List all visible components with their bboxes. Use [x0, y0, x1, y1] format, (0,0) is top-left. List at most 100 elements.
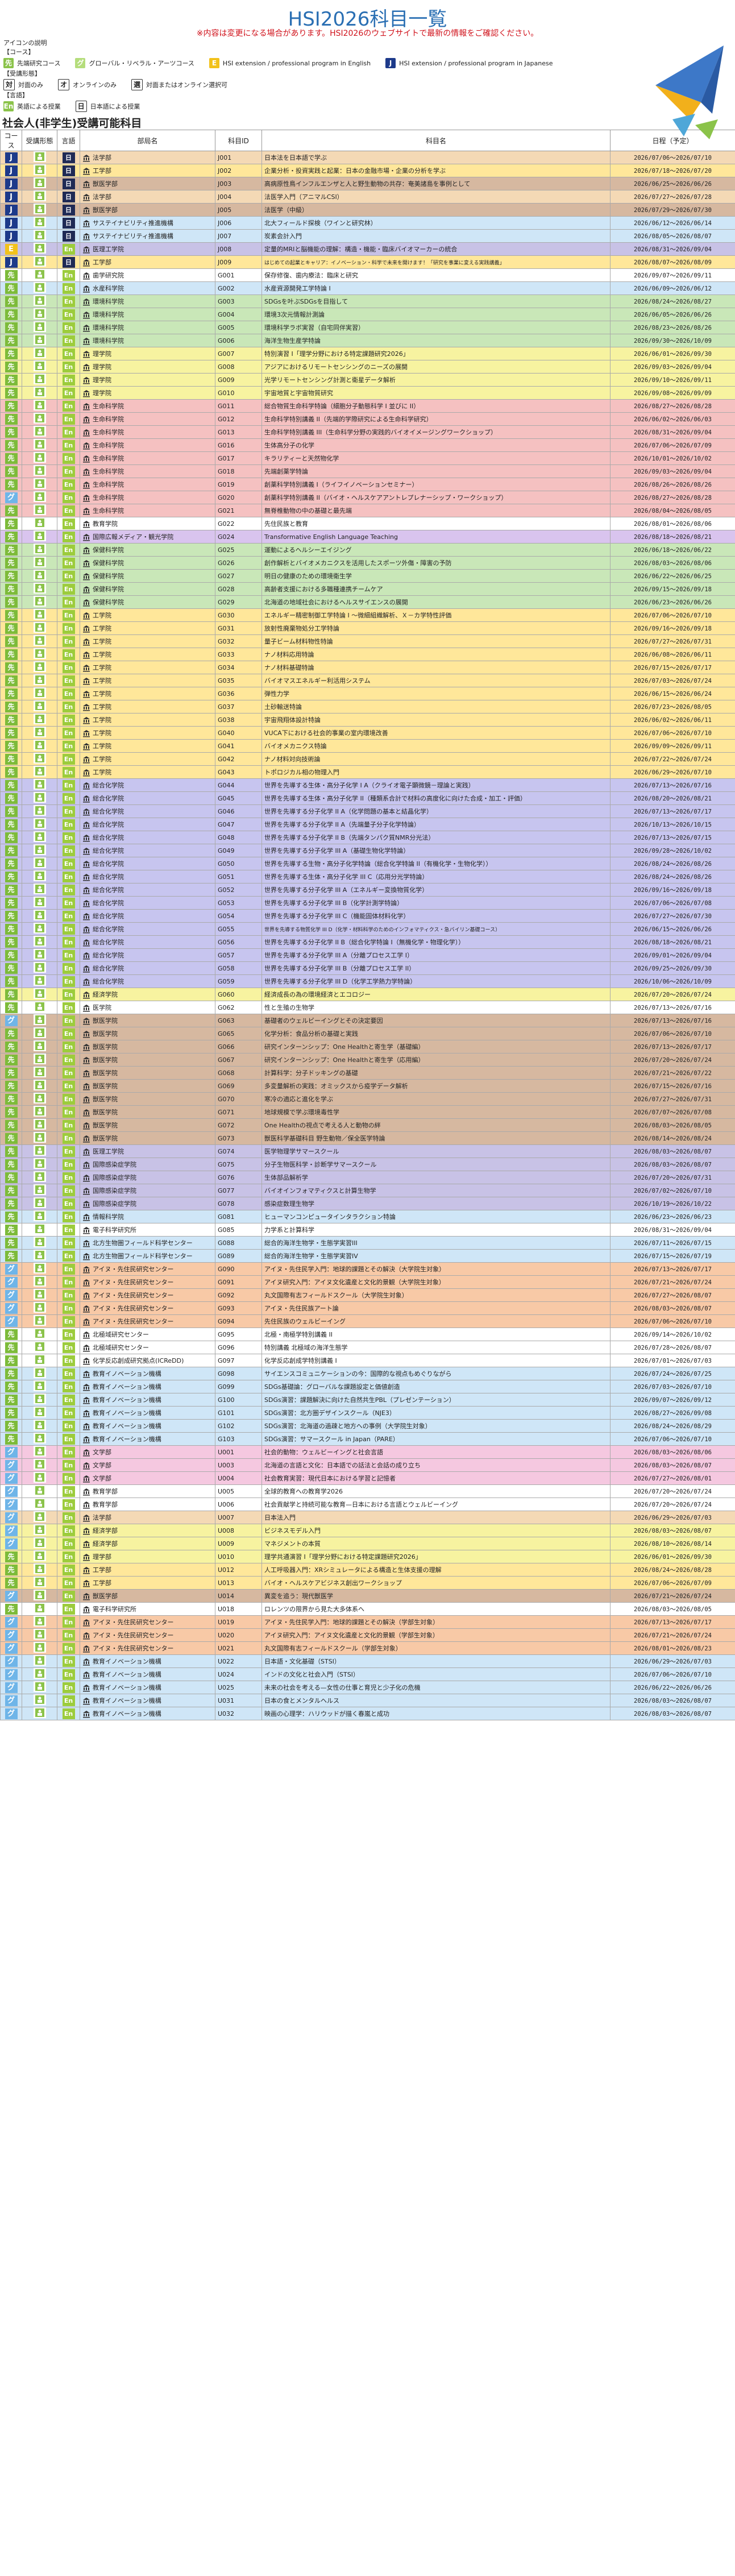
course-name-cell[interactable]: 多変量解析の実践：オミックスから疫学データ解析	[261, 1079, 611, 1093]
course-name-cell[interactable]: 社会貢献学と持続可能な教育—日本における言語とウェルビーイング	[261, 1498, 611, 1511]
table-row[interactable]: J 日法学部 J001 日本法を日本語で学ぶ 2026/07/06〜2026/07/10	[0, 151, 735, 164]
table-row[interactable]: 先 En 生命科学院 G013 生命科学特別講義 III（生命科学分野の実践的バイオイメ…	[0, 425, 735, 439]
table-row[interactable]: グ En アイヌ・先住民研究センター U021 丸文国際有志フィールドスクール（学部生対…	[0, 1641, 735, 1655]
course-name-cell[interactable]: 総合物質生命科学特論（細胞分子動態科学 I 並びに II）	[261, 399, 611, 413]
course-name-cell[interactable]: エネルギー精密制御工学特論 I ～微細組織解析、Ｘ－カ学特性評価	[261, 608, 611, 622]
table-row[interactable]: 先 En 北方生物圏フィールド科学センター G089 総合的海洋生物学・生態学実習IV 2…	[0, 1249, 735, 1263]
table-row[interactable]: グ En アイヌ・先住民研究センター G090 アイヌ・先住民学入門：地球的課題とその解…	[0, 1262, 735, 1276]
table-row[interactable]: 先 En 獣医学院 G065 化学分析：食品分析の基礎と実践 2026/07/06〜202…	[0, 1027, 735, 1040]
course-name-cell[interactable]: 世界を先導する分子化学 III C（機能固体材料化学）	[261, 909, 611, 923]
course-name-cell[interactable]: 創薬科学特別講義 II（バイオ・ヘルスケアアントレプレナーシップ・ワークショップ…	[261, 491, 611, 504]
table-row[interactable]: グ En 教育イノベーション機構 U024 インドの文化と社会入門（STSI） 2026/…	[0, 1667, 735, 1681]
course-name-cell[interactable]: 世界を先導する分子化学 II B（先端タンパク質NMR分光法）	[261, 831, 611, 844]
course-name-cell[interactable]: バイオ・ヘルスケアビジネス創出ワークショップ	[261, 1576, 611, 1590]
table-row[interactable]: 先 En 工学院 G040 VUCA下における社会的事業の室内環境改善 2026/07/0…	[0, 726, 735, 740]
course-name-cell[interactable]: 丸文国際有志フィールドスクール（学部生対象）	[261, 1641, 611, 1655]
course-name-cell[interactable]: ナノ材料対向技術論	[261, 752, 611, 766]
course-name-cell[interactable]: 北海道の地域社会におけるヘルスサイエンスの展開	[261, 595, 611, 609]
table-row[interactable]: グ En アイヌ・先住民研究センター U020 アイヌ研究入門：アイヌ文化遺産と文化的景…	[0, 1628, 735, 1642]
table-row[interactable]: グ En 教育学部 U006 社会貢献学と持続可能な教育—日本における言語とウェルビーイ…	[0, 1498, 735, 1511]
table-row[interactable]: 先 En 教育イノベーション機構 G103 SDGs演習：サマースクール in Japa…	[0, 1432, 735, 1446]
table-row[interactable]: 先 En 国際広報メディア・観光学院 G024 Transformative Engli…	[0, 530, 735, 544]
course-name-cell[interactable]: 生体部品解析学	[261, 1171, 611, 1184]
table-row[interactable]: 先 En 生命科学院 G019 創薬科学特別講義 I（ライフイノベーションセミナー） 20…	[0, 478, 735, 491]
course-name-cell[interactable]: 世界を先導する分子化学 III A（エネルギー変換物質化学）	[261, 883, 611, 897]
course-name-cell[interactable]: 高病原性鳥インフルエンザと人と野生動物の共存：奄美諸島を事例として	[261, 177, 611, 190]
course-name-cell[interactable]: 日本法を日本語で学ぶ	[261, 151, 611, 164]
table-row[interactable]: 先 En 総合化学院 G047 世界を先導する分子化学 II A（先端量子分子化学特論）…	[0, 818, 735, 831]
table-row[interactable]: グ En 文学部 U001 社会的動物：ウェルビーイングと社会言語 2026/08/03〜…	[0, 1445, 735, 1459]
course-name-cell[interactable]: 炭素会計入門	[261, 229, 611, 243]
course-name-cell[interactable]: 世界を先導する物質化学 III D（化学・材料科学のためのインフォマティクス・急…	[261, 922, 611, 936]
course-name-cell[interactable]: 異変を追う：現代獣医学	[261, 1589, 611, 1603]
course-name-cell[interactable]: 高齢者支援における多職種連携チームケア	[261, 582, 611, 596]
table-row[interactable]: 先 En 工学院 G030 エネルギー精密制御工学特論 I ～微細組織解析、Ｘ－カ学特性…	[0, 608, 735, 622]
table-row[interactable]: 先 En 総合化学院 G045 世界を先導する生体・高分子化学 II（種類系合計で材料の…	[0, 791, 735, 805]
course-name-cell[interactable]: 運動によるヘルシーエイジング	[261, 543, 611, 557]
course-name-cell[interactable]: 法医学（中級）	[261, 203, 611, 217]
table-row[interactable]: 先 En 生命科学院 G011 総合物質生命科学特論（細胞分子動態科学 I 並びに II…	[0, 399, 735, 413]
table-row[interactable]: 先 En 教育イノベーション機構 G098 サイエンスコミュニケーションの今：国際的な視…	[0, 1367, 735, 1380]
course-name-cell[interactable]: トポロジカル相の物理入門	[261, 765, 611, 779]
table-row[interactable]: 先 En 獣医学院 G073 獣医科学基礎科目 野生動物／保全医学特論 2026/08/1…	[0, 1131, 735, 1145]
course-name-cell[interactable]: SDGs演習：サマースクール in Japan（PARE）	[261, 1432, 611, 1446]
course-name-cell[interactable]: 海洋生物生産学特論	[261, 334, 611, 347]
table-row[interactable]: 先 En 工学院 G038 宇宙飛翔体設計特論 2026/06/02〜2026/06/11	[0, 713, 735, 727]
course-name-cell[interactable]: 創作解析とバイオメカニクスを活用したスポーツ外傷・障害の予防	[261, 556, 611, 570]
table-row[interactable]: E En 医理工学院 J008 定量的MRIと脳機能の理解：構造・機能・臨床バイオマーカ…	[0, 242, 735, 256]
course-name-cell[interactable]: 環境科学ラボ実習（自宅同伴実習）	[261, 321, 611, 334]
course-name-cell[interactable]: SDGs演習：北海道の過疎と地方への事例（大学院生対象）	[261, 1419, 611, 1433]
course-name-cell[interactable]: サイエンスコミュニケーションの今：国際的な視点もめぐりながら	[261, 1367, 611, 1380]
course-name-cell[interactable]: バイオインフォマティクスと計算生物学	[261, 1184, 611, 1197]
course-name-cell[interactable]: 生体高分子の化学	[261, 438, 611, 452]
course-name-cell[interactable]: 特別講義 北極域の海洋生態学	[261, 1341, 611, 1354]
course-name-cell[interactable]: インドの文化と社会入門（STSI）	[261, 1667, 611, 1681]
table-row[interactable]: 先 En 環境科学院 G003 SDGsを叶ぶSDGsを目指して 2026/08/24〜2…	[0, 294, 735, 308]
table-row[interactable]: 先 En 生命科学院 G017 キラリティーと天然物化学 2026/10/01〜2026/…	[0, 451, 735, 465]
table-row[interactable]: 先 En 工学院 G042 ナノ材料対向技術論 2026/07/22〜2026/07/24	[0, 752, 735, 766]
course-name-cell[interactable]: 世界を先導する生体・高分子化学 III C（応用分光学特論）	[261, 870, 611, 883]
table-row[interactable]: J 日サステイナビリティ推進機構 J006 北大フィールド探検（ワインと研究林） 202…	[0, 216, 735, 230]
table-row[interactable]: 先 En 獣医学院 G067 研究インターンシップ：One Healthと寄生学（応用編…	[0, 1053, 735, 1067]
course-name-cell[interactable]: 世界を先導する生物・高分子化学特論（総合化学特論 II（有機化学・生物化学））	[261, 857, 611, 870]
table-row[interactable]: 先 En 工学部 U013 バイオ・ヘルスケアビジネス創出ワークショップ 2026/07/…	[0, 1576, 735, 1590]
course-name-cell[interactable]: 世界を先導する分子化学 III B（化学計測学特論）	[261, 896, 611, 910]
table-row[interactable]: 先 En 総合化学院 G048 世界を先導する分子化学 II B（先端タンパク質NMR分…	[0, 831, 735, 844]
table-row[interactable]: グ En 教育イノベーション機構 U022 日本語・文化基礎（STSI） 2026/06/…	[0, 1654, 735, 1668]
course-name-cell[interactable]: 研究インターンシップ：One Healthと寄生学（応用編）	[261, 1053, 611, 1067]
course-name-cell[interactable]: 宇宙地質と宇宙物質研究	[261, 386, 611, 400]
course-name-cell[interactable]: 生命科学特別講義 III（生命科学分野の実践的バイオイメージングワークショップ）	[261, 425, 611, 439]
table-row[interactable]: J 日獣医学部 J003 高病原性鳥インフルエンザと人と野生動物の共存：奄美諸島を事例…	[0, 177, 735, 190]
course-name-cell[interactable]: 世界を先導する分子化学 III B（分離プロセス工学 II）	[261, 961, 611, 975]
course-name-cell[interactable]: アイヌ・先住民学入門：地球的課題とその解決（大学院生対象）	[261, 1262, 611, 1276]
table-row[interactable]: 先 En 水産科学院 G002 水産資源開発工学特論 I 2026/06/09〜2026/…	[0, 281, 735, 295]
table-row[interactable]: 先 En 総合化学院 G050 世界を先導する生物・高分子化学特論（総合化学特論 II（…	[0, 857, 735, 870]
course-name-cell[interactable]: 光学リモートセンシング計測と衛星データ解析	[261, 373, 611, 387]
table-row[interactable]: 先 En 理学院 G007 特別演習 I「理学分野における特定課題研究2026」 2026…	[0, 347, 735, 360]
table-row[interactable]: 先 En 工学院 G037 土砂輸送特論 2026/07/23〜2026/08/05	[0, 700, 735, 714]
course-name-cell[interactable]: 土砂輸送特論	[261, 700, 611, 714]
table-row[interactable]: J 日サステイナビリティ推進機構 J007 炭素会計入門 2026/08/05〜2026…	[0, 229, 735, 243]
course-name-cell[interactable]: 世界を先導する生体・高分子化学 II（種類系合計で材料の高度化に向けた合成・加工…	[261, 791, 611, 805]
course-name-cell[interactable]: SDGs演習：北方圏デザインスクール（NJE3）	[261, 1406, 611, 1420]
table-row[interactable]: 先 En 生命科学院 G016 生体高分子の化学 2026/07/06〜2026/07/0…	[0, 438, 735, 452]
table-row[interactable]: 先 En 国際感染症学院 G077 バイオインフォマティクスと計算生物学 2026/07/…	[0, 1184, 735, 1197]
table-row[interactable]: 先 En 総合化学院 G053 世界を先導する分子化学 III B（化学計測学特論） 20…	[0, 896, 735, 910]
table-row[interactable]: 先 En 獣医学院 G066 研究インターンシップ：One Healthと寄生学（基礎編…	[0, 1040, 735, 1053]
table-row[interactable]: J 日工学部 J002 企業分析・投資実践と起業：日本の金融市場・企業の分析を学ぶ 20…	[0, 164, 735, 177]
table-row[interactable]: 先 En 北極域研究センター G095 北極・南極学特別講義 II 2026/09/14〜…	[0, 1328, 735, 1341]
course-name-cell[interactable]: 経済成長の為の環境経済とエコロジー	[261, 988, 611, 1001]
table-row[interactable]: 先 En 工学院 G041 バイオメカニクス特論 2026/09/09〜2026/09/1…	[0, 739, 735, 753]
table-row[interactable]: 先 En 教育学院 G022 先住民族と教育 2026/08/01〜2026/08/06	[0, 517, 735, 530]
table-row[interactable]: 先 En 総合化学院 G044 世界を先導する生体・高分子化学 I A（クライオ電子顕微…	[0, 778, 735, 792]
course-name-cell[interactable]: キラリティーと天然物化学	[261, 451, 611, 465]
table-row[interactable]: 先 En 化学反応創成研究拠点(ICReDD) G097 化学反応創成学特別講義 I 20…	[0, 1354, 735, 1367]
course-name-cell[interactable]: 人工呼吸器入門：XRシミュレータによる構造と生体支援の理解	[261, 1563, 611, 1577]
course-name-cell[interactable]: 明日の健康のための環境衛生学	[261, 569, 611, 583]
table-row[interactable]: 先 En 教育イノベーション機構 G102 SDGs演習：北海道の過疎と地方への事例（大…	[0, 1419, 735, 1433]
table-row[interactable]: 先 En 総合化学院 G054 世界を先導する分子化学 III C（機能固体材料化学） 2…	[0, 909, 735, 923]
course-name-cell[interactable]: 総合的海洋生物学・生態学実習IV	[261, 1249, 611, 1263]
table-row[interactable]: 先 En 工学院 G031 放射性廃棄物処分工学特論 2026/09/16〜2026/09…	[0, 621, 735, 635]
table-row[interactable]: 先 En 環境科学院 G004 環境3次元情報計測論 2026/06/05〜2026/06…	[0, 308, 735, 321]
table-row[interactable]: 先 En 獣医学院 G069 多変量解析の実践：オミックスから疫学データ解析 2026/0…	[0, 1079, 735, 1093]
